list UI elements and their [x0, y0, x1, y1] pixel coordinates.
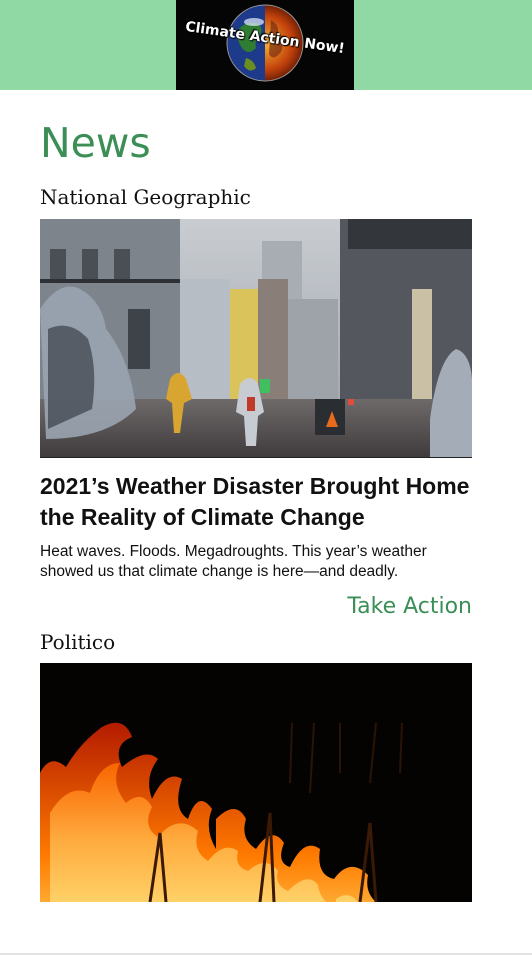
article-source: Politico	[40, 630, 116, 654]
take-action-link[interactable]: Take Action	[347, 592, 472, 622]
page-title: News	[40, 119, 151, 167]
wildfire-flames-photo[interactable]	[40, 663, 472, 902]
article-headline[interactable]: 2021’s Weather Disaster Brought Home the…	[40, 471, 480, 533]
logo[interactable]: Climate Action Now!	[176, 0, 354, 90]
article-summary: Heat waves. Floods. Megadroughts. This y…	[40, 543, 427, 580]
app-header: Climate Action Now!	[0, 0, 532, 90]
flooded-street-rain-photo[interactable]	[40, 219, 472, 458]
article-source: National Geographic	[40, 185, 251, 209]
